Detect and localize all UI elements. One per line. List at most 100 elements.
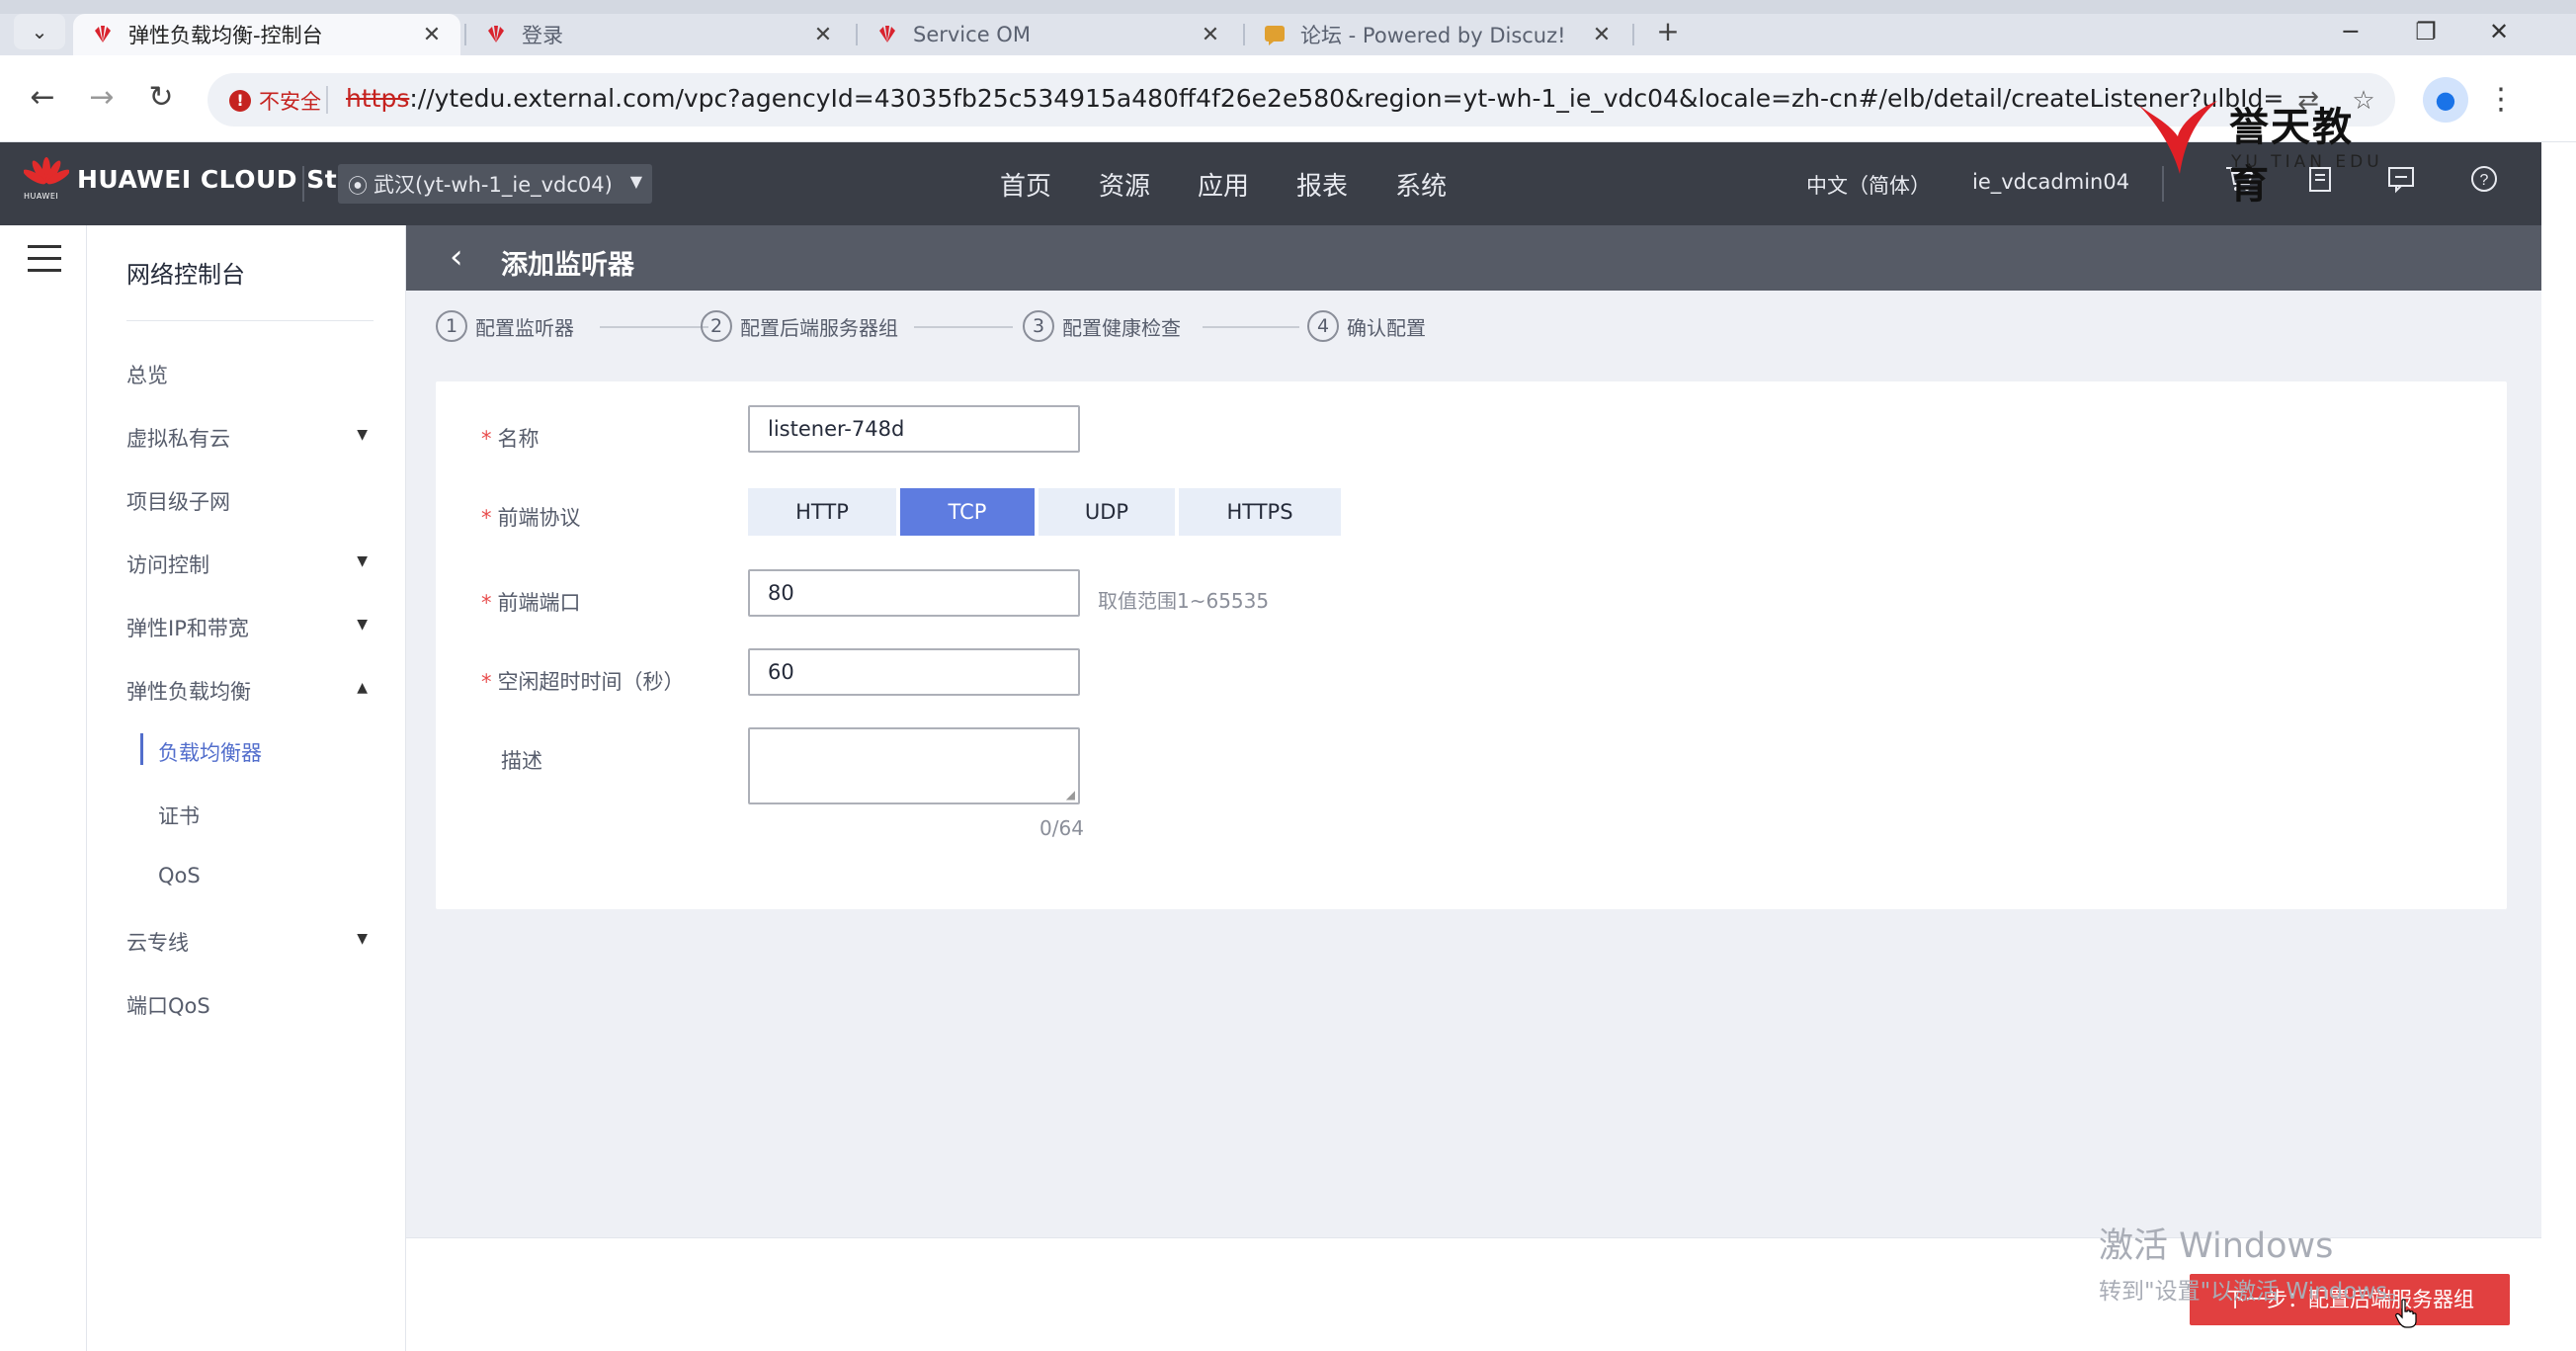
browser-menu-icon[interactable]: ⋮ <box>2486 77 2516 123</box>
language-selector[interactable]: 中文（简体） <box>1806 170 1931 200</box>
nav-home[interactable]: 首页 <box>1000 166 1051 203</box>
step-2: 2 配置后端服务器组 <box>701 310 898 342</box>
sidebar-item-vpc[interactable]: 虚拟私有云 ▼ <box>126 423 381 453</box>
sidebar-item-port-qos[interactable]: 端口QoS <box>126 990 381 1020</box>
resize-grip-icon: ◢ <box>1065 788 1075 802</box>
new-tab-button[interactable]: + <box>1648 14 1688 49</box>
step-number: 1 <box>436 310 467 342</box>
security-divider <box>326 86 328 114</box>
orders-icon[interactable] <box>2300 164 2340 204</box>
menu-hamburger-icon[interactable] <box>28 245 61 275</box>
port-range-hint: 取值范围1~65535 <box>1098 589 1270 613</box>
step-number: 3 <box>1023 310 1054 342</box>
idle-timeout-input[interactable]: 60 <box>748 648 1080 696</box>
required-mark: * <box>481 506 492 530</box>
sidebar-item-access-control[interactable]: 访问控制 ▼ <box>126 549 381 579</box>
browser-tab-login[interactable]: 登录 ✕ <box>466 14 852 55</box>
page-right-margin <box>2541 142 2576 1351</box>
huawei-logo-icon: HUAWEI <box>23 156 70 202</box>
not-secure-icon: ! <box>229 90 251 112</box>
sidebar-item-label: 弹性IP和带宽 <box>126 617 249 640</box>
tab-title: Service OM <box>913 23 1031 46</box>
step-label: 配置监听器 <box>475 315 574 340</box>
required-mark: * <box>481 427 492 451</box>
svg-text:?: ? <box>2480 172 2489 189</box>
help-icon[interactable]: ? <box>2464 164 2504 204</box>
header-divider <box>2162 166 2164 202</box>
sidebar-subitem-load-balancer[interactable]: 负载均衡器 <box>158 737 262 767</box>
sidebar-item-label: 项目级子网 <box>126 490 230 514</box>
sidebar-active-indicator <box>140 733 143 765</box>
back-icon[interactable]: ← <box>20 75 65 121</box>
name-input[interactable]: listener-748d <box>748 405 1080 453</box>
console-header: HUAWEI HUAWEI CLOUD Stack ⦿ 武汉(yt-wh-1_i… <box>0 142 2576 225</box>
step-connector <box>600 326 708 328</box>
idle-timeout-label: * 空闲超时时间（秒） <box>481 666 685 696</box>
security-label: 不安全 <box>259 90 321 114</box>
nav-resources[interactable]: 资源 <box>1099 166 1150 203</box>
forward-icon[interactable]: → <box>79 75 125 121</box>
back-chevron-icon[interactable]: ‹ <box>450 237 463 277</box>
sidebar-item-elb[interactable]: 弹性负载均衡 ▲ <box>126 676 381 706</box>
protocol-option-tcp[interactable]: TCP <box>900 488 1035 536</box>
protocol-option-udp[interactable]: UDP <box>1039 488 1175 536</box>
reload-icon[interactable]: ↻ <box>138 75 184 121</box>
security-indicator[interactable]: ! 不安全 <box>229 86 321 116</box>
step-1: 1 配置监听器 <box>436 310 574 342</box>
description-textarea[interactable]: ◢ <box>748 727 1080 804</box>
sidebar-item-eip-bandwidth[interactable]: 弹性IP和带宽 ▼ <box>126 613 381 642</box>
chevron-up-icon: ▲ <box>357 680 368 696</box>
tab-strip-top <box>0 0 2576 14</box>
name-label: * 名称 <box>481 423 540 453</box>
sidebar-subitem-qos[interactable]: QoS <box>158 864 201 887</box>
sidebar-item-direct-connect[interactable]: 云专线 ▼ <box>126 927 381 957</box>
step-label: 配置后端服务器组 <box>740 315 898 340</box>
next-configure-backend-button[interactable]: 下一步：配置后端服务器组 <box>2190 1274 2510 1325</box>
tab-search-button[interactable]: ⌄ <box>14 14 65 49</box>
sidebar: 网络控制台 总览 虚拟私有云 ▼ 项目级子网 访问控制 ▼ 弹性IP和带宽 ▼ … <box>87 225 406 1351</box>
sidebar-subitem-certificate[interactable]: 证书 <box>158 801 200 830</box>
translate-icon[interactable]: ⇄ <box>2292 85 2324 117</box>
browser-tab-service-om[interactable]: Service OM ✕ <box>858 14 1239 55</box>
description-label: 描述 <box>501 749 542 773</box>
tab-close-icon[interactable]: ✕ <box>808 23 838 47</box>
tab-close-icon[interactable]: ✕ <box>1196 23 1225 47</box>
chevron-down-icon: ▼ <box>357 931 368 947</box>
sidebar-item-project-subnet[interactable]: 项目级子网 <box>126 486 381 516</box>
region-selector[interactable]: ⦿ 武汉(yt-wh-1_ie_vdc04) ▼ <box>338 164 652 204</box>
browser-toolbar: ← → ↻ ! 不安全 https://ytedu.external.com/v… <box>0 55 2576 142</box>
port-label: * 前端端口 <box>481 587 581 617</box>
label-text: 名称 <box>497 427 540 451</box>
address-bar[interactable]: ! 不安全 https://ytedu.external.com/vpc?age… <box>208 73 2395 127</box>
nav-system[interactable]: 系统 <box>1395 166 1447 203</box>
service-icon-bar <box>0 225 87 1351</box>
port-input[interactable]: 80 <box>748 569 1080 617</box>
step-connector <box>1203 326 1299 328</box>
tab-close-icon[interactable]: ✕ <box>417 23 447 47</box>
sidebar-item-overview[interactable]: 总览 <box>126 360 381 389</box>
bookmark-star-icon[interactable]: ☆ <box>2348 85 2379 117</box>
brand-sub: HUAWEI <box>24 192 59 201</box>
brand[interactable]: HUAWEI HUAWEI CLOUD Stack <box>23 156 386 202</box>
close-window-icon[interactable]: ✕ <box>2464 14 2534 49</box>
message-icon[interactable] <box>2381 164 2421 204</box>
url-text[interactable]: https://ytedu.external.com/vpc?agencyId=… <box>346 84 2283 113</box>
user-menu[interactable]: ie_vdcadmin04 <box>1972 170 2129 194</box>
protocol-option-http[interactable]: HTTP <box>748 488 896 536</box>
nav-reports[interactable]: 报表 <box>1296 166 1348 203</box>
protocol-option-https[interactable]: HTTPS <box>1179 488 1341 536</box>
page-header: ‹ 添加监听器 <box>406 225 2541 291</box>
profile-avatar-icon[interactable]: ● <box>2423 77 2468 123</box>
restore-icon[interactable]: ❐ <box>2391 14 2460 49</box>
minimize-icon[interactable]: ─ <box>2316 14 2385 49</box>
browser-tab-discuz[interactable]: 论坛 - Powered by Discuz! ✕ <box>1245 14 1630 55</box>
tab-divider <box>1632 24 1634 45</box>
browser-tab-elb-console[interactable]: 弹性负载均衡-控制台 ✕ <box>73 14 460 55</box>
huawei-favicon-icon <box>484 23 508 46</box>
tab-close-icon[interactable]: ✕ <box>1587 23 1617 47</box>
url-scheme: https <box>346 84 410 113</box>
step-number: 2 <box>701 310 732 342</box>
step-3: 3 配置健康检查 <box>1023 310 1181 342</box>
cart-icon[interactable] <box>2219 164 2259 204</box>
nav-applications[interactable]: 应用 <box>1198 166 1249 203</box>
